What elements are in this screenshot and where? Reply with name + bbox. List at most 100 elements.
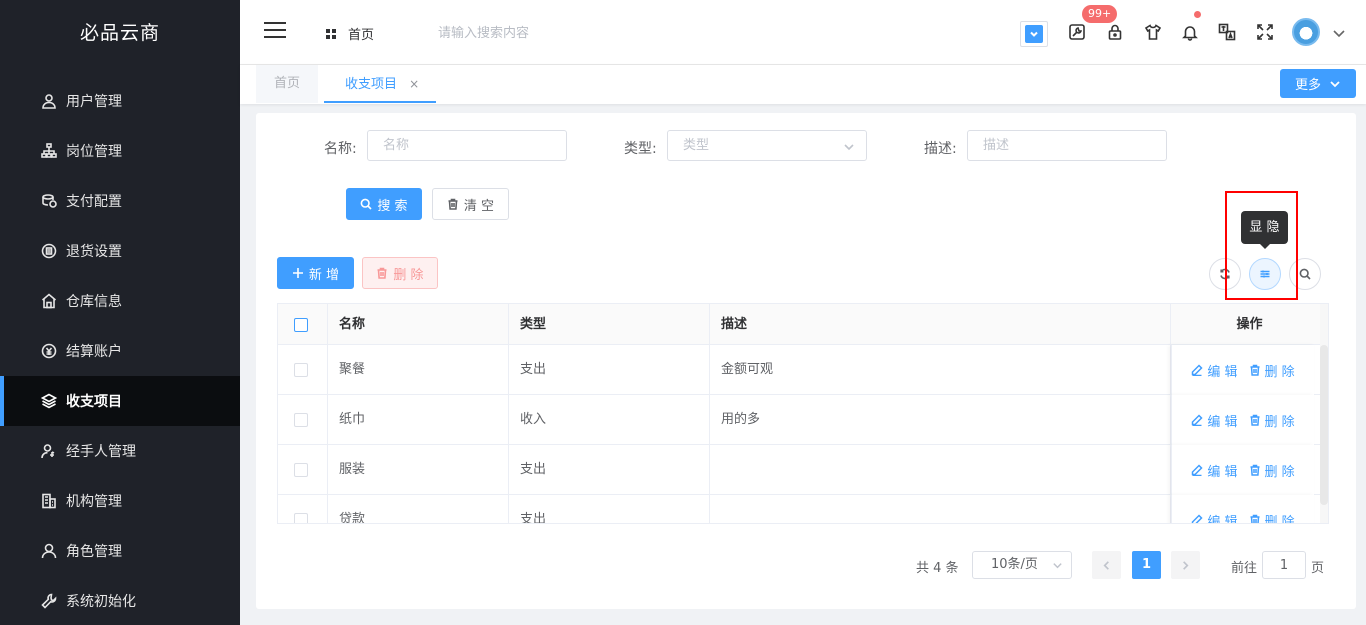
add-button[interactable]: 新 增 [277,257,354,289]
chevron-down-icon [1025,25,1043,43]
content-card: 名称: 类型: 描述: 搜 索 清 空 新 增 删 除 显 隐 名称 [256,113,1356,609]
type-select[interactable] [667,130,867,161]
prev-page-button[interactable] [1092,551,1121,579]
close-icon[interactable]: × [409,77,419,91]
edit-button[interactable]: 编 辑 [1191,511,1238,524]
desc-field-label: 描述: [924,141,957,157]
column-header-name[interactable]: 名称 [328,304,509,345]
breadcrumb-home[interactable]: 首页 [326,24,374,43]
layers-icon [40,392,58,410]
more-button-label: 更多 [1294,78,1321,93]
row-delete-button[interactable]: 删 除 [1249,511,1295,524]
sidebar-item-handlers[interactable]: 经手人管理 [0,426,240,476]
handler-icon [40,442,58,460]
batch-delete-button[interactable]: 删 除 [362,257,438,289]
tab-label: 收支项目 [345,77,398,92]
user-avatar[interactable] [1292,18,1320,46]
highlight-box [1225,191,1298,300]
cell-name: 纸巾 [328,395,509,445]
tabs-bar: 首页 收支项目 × 更多 [240,65,1366,104]
select-all-checkbox[interactable] [294,318,308,332]
search-icon [1299,268,1311,280]
sidebar-item-income-expense[interactable]: 收支项目 [0,376,240,426]
name-field[interactable] [367,130,567,161]
edit-icon [1192,364,1203,376]
sidebar-item-warehouse[interactable]: 仓库信息 [0,276,240,326]
row-actions: 编 辑 删 除 [1171,495,1314,524]
header-search-input[interactable] [438,22,638,44]
user-icon [40,92,58,110]
column-header-type[interactable]: 类型 [509,304,710,345]
name-field-label: 名称: [324,141,357,157]
tab-income-expense[interactable]: 收支项目 × [324,65,436,103]
sidebar-item-users[interactable]: 用户管理 [0,76,240,126]
row-actions: 编 辑 删 除 [1171,345,1314,395]
top-header: 首页 99+ [240,0,1366,65]
batch-delete-button-label: 删 除 [393,267,424,283]
edit-button[interactable]: 编 辑 [1191,361,1238,380]
next-page-button[interactable] [1171,551,1200,579]
cell-desc: 金额可观 [710,345,1171,395]
sidebar-item-roles[interactable]: 角色管理 [0,526,240,576]
row-delete-button[interactable]: 删 除 [1249,361,1295,380]
chevron-right-icon [1183,560,1189,570]
clear-button[interactable]: 清 空 [432,188,509,220]
sidebar-item-label: 结算账户 [66,344,122,360]
building-icon [40,492,58,510]
row-checkbox[interactable] [294,363,308,377]
shirt-icon[interactable] [1141,20,1165,44]
sidebar-item-accounts[interactable]: 结算账户 [0,326,240,376]
row-delete-button[interactable]: 删 除 [1249,411,1295,430]
search-button[interactable]: 搜 索 [346,188,422,220]
row-delete-button[interactable]: 删 除 [1249,461,1295,480]
table-row: 纸巾 收入 用的多 编 辑 删 除 [278,395,1328,445]
trash-icon [1250,464,1259,476]
search-icon [361,198,372,210]
tab-home[interactable]: 首页 [256,65,318,103]
hamburger-icon[interactable] [264,22,286,42]
edit-icon [1192,414,1203,426]
row-checkbox[interactable] [294,513,308,523]
chevron-down-icon [843,141,855,153]
row-select-cell [278,395,328,445]
row-delete-label: 删 除 [1264,464,1295,480]
sidebar-item-organizations[interactable]: 机构管理 [0,476,240,526]
row-delete-label: 删 除 [1264,514,1295,524]
goto-label: 前往 [1231,561,1258,576]
chevron-down-icon [1053,563,1062,569]
translate-icon[interactable] [1215,20,1239,44]
page-size-select[interactable]: 10条/页 [972,551,1072,579]
chevron-down-icon[interactable] [1332,26,1346,40]
sidebar-item-label: 机构管理 [66,494,122,510]
column-header-desc[interactable]: 描述 [710,304,1171,345]
sidebar-item-returns[interactable]: 退货设置 [0,226,240,276]
desc-field[interactable] [967,130,1167,161]
table-row: 聚餐 支出 金额可观 编 辑 删 除 [278,345,1328,395]
goto-page-input[interactable] [1262,551,1306,579]
row-delete-label: 删 除 [1264,414,1295,430]
fullscreen-icon[interactable] [1253,20,1277,44]
sidebar-item-payment[interactable]: 支付配置 [0,176,240,226]
edit-label: 编 辑 [1207,514,1238,524]
lock-icon[interactable] [1103,20,1127,44]
sidebar-item-label: 支付配置 [66,194,122,210]
row-checkbox[interactable] [294,463,308,477]
edit-button[interactable]: 编 辑 [1191,411,1238,430]
sidebar-item-system-init[interactable]: 系统初始化 [0,576,240,625]
edit-icon [1192,514,1203,523]
page-number-current[interactable]: 1 [1132,551,1161,579]
tools-icon[interactable] [1065,20,1089,44]
table-scrollbar[interactable] [1320,345,1328,505]
search-button-label: 搜 索 [377,198,408,214]
table-row: 服装 支出 编 辑 删 除 [278,445,1328,495]
trash-icon [1250,414,1259,426]
role-icon [40,542,58,560]
more-button[interactable]: 更多 [1280,69,1356,98]
row-checkbox[interactable] [294,413,308,427]
data-table: 名称 类型 描述 操作 聚餐 支出 金额可观 编 辑 删 除 纸巾 收入 用的多 [277,303,1329,524]
app-logo: 必品云商 [79,22,160,44]
theme-select[interactable] [1020,21,1048,47]
edit-button[interactable]: 编 辑 [1191,461,1238,480]
bell-icon[interactable] [1178,20,1202,44]
sidebar-item-positions[interactable]: 岗位管理 [0,126,240,176]
